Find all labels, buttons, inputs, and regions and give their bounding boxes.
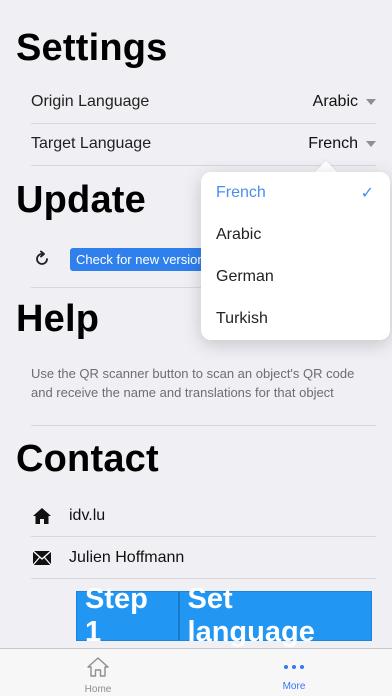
target-language-select[interactable]: French xyxy=(308,135,376,153)
contact-name[interactable]: Julien Hoffmann xyxy=(69,549,184,567)
step-number: Step 1 xyxy=(85,583,148,648)
dropdown-option-french[interactable]: French ✓ xyxy=(201,172,390,214)
contact-website[interactable]: idv.lu xyxy=(69,507,105,525)
dropdown-option-arabic[interactable]: Arabic xyxy=(201,214,390,256)
tab-home-label: Home xyxy=(84,684,112,695)
checkmark-icon: ✓ xyxy=(360,185,374,202)
home-icon xyxy=(31,505,53,527)
update-title: Update xyxy=(16,179,146,221)
dropdown-option-turkish[interactable]: Turkish xyxy=(201,298,390,340)
help-text: Use the QR scanner button to scan an obj… xyxy=(31,366,355,400)
origin-language-value: Arabic xyxy=(312,93,358,110)
tab-bar: Home More xyxy=(0,648,392,696)
check-new-version-button[interactable]: Check for new version xyxy=(70,248,210,271)
target-language-dropdown: French ✓ Arabic German Turkish xyxy=(201,172,390,340)
tab-more-label: More xyxy=(282,681,306,692)
contact-title: Contact xyxy=(16,438,159,480)
origin-language-row[interactable]: Origin Language Arabic xyxy=(31,81,376,123)
origin-language-label: Origin Language xyxy=(31,93,150,110)
target-language-label: Target Language xyxy=(31,135,152,152)
home-outline-icon xyxy=(86,656,110,681)
refresh-icon[interactable] xyxy=(33,250,51,268)
mail-icon xyxy=(31,547,53,569)
divider xyxy=(31,425,376,426)
contact-website-row[interactable]: idv.lu xyxy=(31,495,376,537)
caret-down-icon xyxy=(366,141,376,147)
settings-title: Settings xyxy=(16,27,168,69)
caret-down-icon xyxy=(366,99,376,105)
dropdown-option-label: French xyxy=(216,184,266,201)
dropdown-option-german[interactable]: German xyxy=(201,256,390,298)
help-title: Help xyxy=(16,298,100,340)
more-dots-icon xyxy=(284,656,304,678)
dropdown-option-label: Turkish xyxy=(216,310,268,327)
target-language-row[interactable]: Target Language French xyxy=(31,123,376,165)
dropdown-option-label: Arabic xyxy=(216,226,262,243)
origin-language-select[interactable]: Arabic xyxy=(313,93,376,111)
tab-more[interactable]: More xyxy=(196,649,392,696)
step-banner: Step 1 Set language xyxy=(76,583,372,648)
step-action: Set language xyxy=(187,583,315,648)
divider xyxy=(31,578,376,579)
target-language-value: French xyxy=(308,135,358,152)
dropdown-option-label: German xyxy=(216,268,274,285)
tab-home[interactable]: Home xyxy=(0,649,196,696)
contact-name-row[interactable]: Julien Hoffmann xyxy=(31,537,376,579)
